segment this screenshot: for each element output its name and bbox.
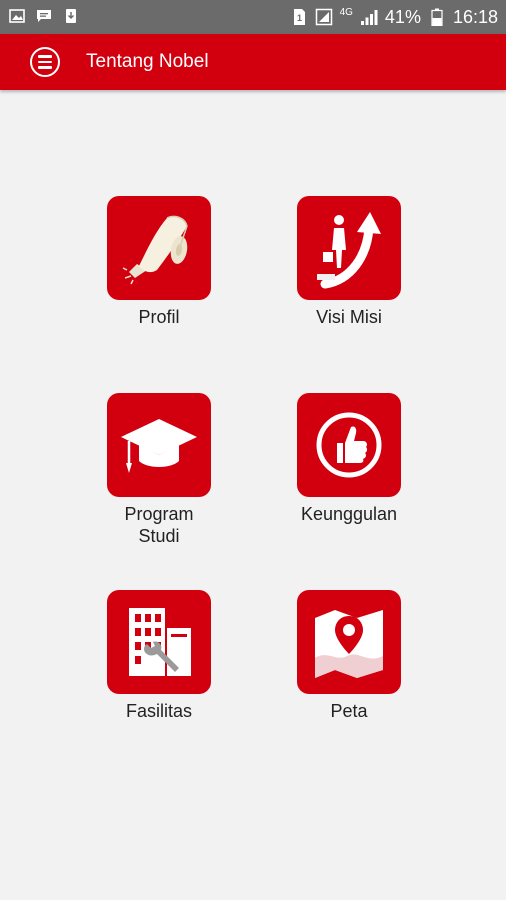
menu-tile-visi-misi[interactable]: Visi Misi: [296, 196, 402, 328]
scroll-icon: [107, 196, 211, 300]
menu-tile-fasilitas[interactable]: Fasilitas: [106, 590, 212, 722]
tile-label: Keunggulan: [300, 504, 398, 524]
download-notification-icon: [62, 7, 80, 25]
growth-arrow-icon: [297, 196, 401, 300]
graduation-cap-icon: [107, 393, 211, 497]
nfc-icon: [315, 8, 333, 26]
battery-percent: 41%: [384, 6, 421, 27]
clock: 16:18: [452, 6, 498, 27]
gallery-notification-icon: [8, 7, 26, 25]
sim-icon: 1: [290, 8, 308, 26]
signal-icon: [360, 8, 378, 26]
menu-icon[interactable]: [30, 47, 60, 77]
menu-tile-program-studi[interactable]: Program Studi: [106, 393, 212, 547]
network-type-label: 4G: [339, 7, 353, 18]
status-bar: 1 4G 41% 16:18: [0, 0, 506, 34]
menu-tile-keunggulan[interactable]: Keunggulan: [296, 393, 402, 525]
tile-label: Peta: [330, 701, 368, 721]
tile-label: Profil: [138, 307, 180, 327]
svg-text:1: 1: [297, 13, 302, 23]
message-notification-icon: [35, 7, 53, 25]
tile-label: Visi Misi: [316, 307, 382, 327]
page-title: Tentang Nobel: [86, 51, 209, 72]
building-wrench-icon: [107, 590, 211, 694]
menu-tile-peta[interactable]: Peta: [296, 590, 402, 722]
tile-label: Program Studi: [124, 504, 194, 546]
tile-label: Fasilitas: [125, 701, 192, 721]
app-bar: Tentang Nobel: [0, 34, 506, 90]
thumbs-up-icon: [297, 393, 401, 497]
map-pin-icon: [297, 590, 401, 694]
menu-tile-profil[interactable]: Profil: [106, 196, 212, 328]
battery-icon: [428, 8, 446, 26]
